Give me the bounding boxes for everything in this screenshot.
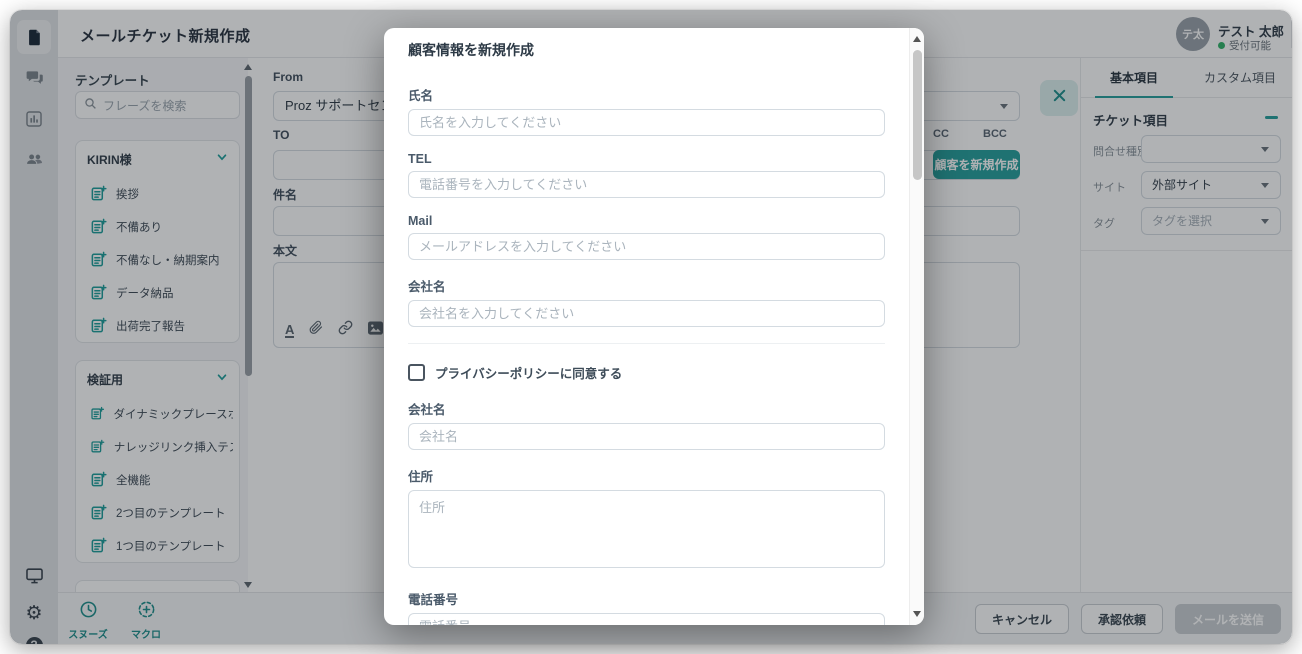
create-customer-modal: 顧客情報を新規作成 氏名 TEL Mail 会社名 プライバシーポリシーに同意する 会… bbox=[384, 28, 924, 625]
field-label: Mail bbox=[408, 214, 885, 228]
modal-field: TEL bbox=[408, 152, 885, 198]
modal-title: 顧客情報を新規作成 bbox=[408, 40, 885, 60]
modal-field: 住所 bbox=[408, 466, 885, 573]
field-label: 会社名 bbox=[408, 276, 885, 295]
modal-field: Mail bbox=[408, 214, 885, 260]
field-label: TEL bbox=[408, 152, 885, 166]
field-label: 会社名 bbox=[408, 399, 885, 418]
scroll-down-arrow[interactable] bbox=[913, 611, 921, 617]
customer-fields-top: 氏名 TEL Mail 会社名 bbox=[408, 85, 885, 327]
field-input[interactable] bbox=[408, 423, 885, 450]
privacy-consent-row: プライバシーポリシーに同意する bbox=[408, 363, 885, 382]
field-input[interactable] bbox=[408, 171, 885, 198]
modal-field: 会社名 bbox=[408, 276, 885, 327]
modal-content: 顧客情報を新規作成 氏名 TEL Mail 会社名 プライバシーポリシーに同意する 会… bbox=[384, 28, 909, 625]
field-input[interactable] bbox=[408, 233, 885, 260]
field-label: 住所 bbox=[408, 466, 885, 485]
modal-field: 電話番号 bbox=[408, 589, 885, 625]
scrollbar-thumb[interactable] bbox=[913, 50, 922, 180]
privacy-checkbox[interactable] bbox=[408, 364, 425, 381]
privacy-checkbox-label: プライバシーポリシーに同意する bbox=[435, 363, 622, 382]
modal-field: 会社名 bbox=[408, 399, 885, 450]
modal-divider bbox=[408, 343, 885, 344]
desktop: ⚙ ? メールチケット新規作成 テ太 テスト 太郎 受付可能 bbox=[0, 0, 1302, 654]
modal-scrollbar[interactable] bbox=[909, 28, 924, 625]
field-input[interactable] bbox=[408, 490, 885, 568]
field-label: 氏名 bbox=[408, 85, 885, 104]
customer-fields-bottom: 会社名住所電話番号 bbox=[408, 399, 885, 625]
field-label: 電話番号 bbox=[408, 589, 885, 608]
field-input[interactable] bbox=[408, 109, 885, 136]
modal-field: 氏名 bbox=[408, 85, 885, 136]
field-input[interactable] bbox=[408, 300, 885, 327]
field-input[interactable] bbox=[408, 613, 885, 625]
scroll-up-arrow[interactable] bbox=[913, 36, 921, 42]
